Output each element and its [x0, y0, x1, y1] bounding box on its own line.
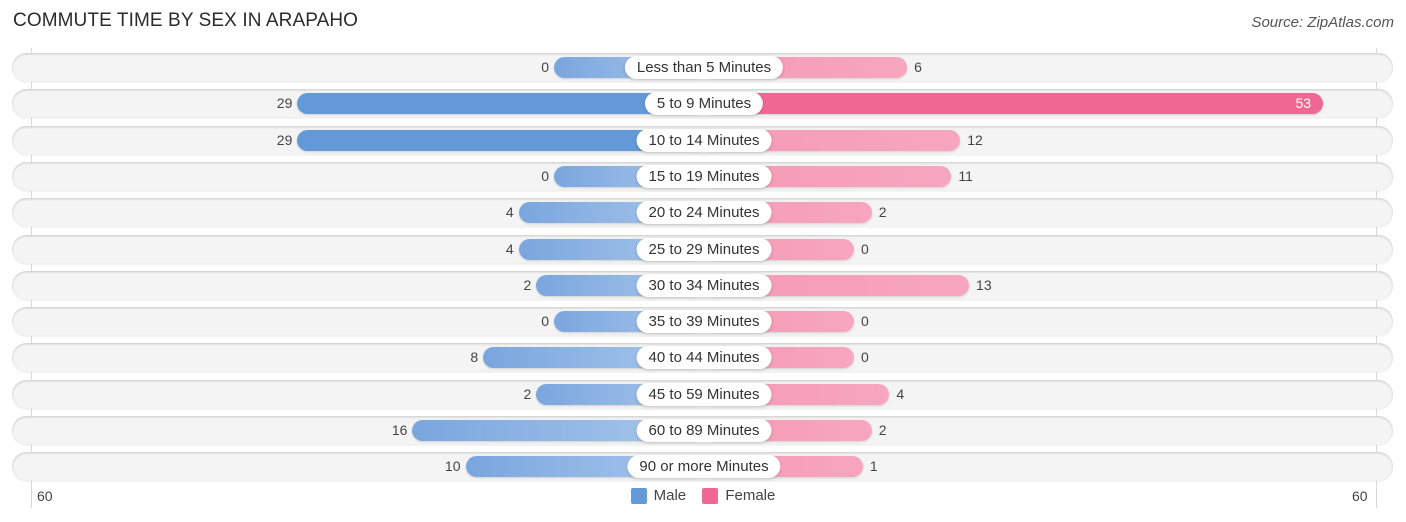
- value-label-female: 13: [976, 276, 992, 293]
- value-label-male: 0: [541, 313, 549, 330]
- value-label-female: 11: [958, 167, 973, 184]
- source-label: Source: ZipAtlas.com: [1251, 14, 1394, 31]
- value-label-female: 2: [878, 204, 887, 221]
- value-label-male: 10: [444, 458, 461, 475]
- legend-label-female: Female: [725, 487, 776, 504]
- legend-swatch-female: [702, 487, 719, 504]
- value-label-female: 12: [967, 131, 983, 148]
- category-label: 60 to 89 Minutes: [636, 419, 772, 442]
- value-label-male: 0: [541, 167, 549, 184]
- legend: Male Female: [0, 487, 1406, 508]
- value-label-male: 2: [523, 385, 532, 402]
- category-label: 35 to 39 Minutes: [636, 310, 772, 334]
- category-label: 45 to 59 Minutes: [636, 382, 772, 406]
- legend-item-male[interactable]: Male: [630, 487, 687, 504]
- category-label: 15 to 19 Minutes: [636, 164, 772, 188]
- value-label-female: 1: [869, 458, 878, 475]
- legend-swatch-male: [630, 487, 647, 504]
- value-label-male: 16: [391, 422, 408, 438]
- value-label-female: 0: [861, 313, 869, 330]
- value-label-female: 4: [896, 385, 905, 402]
- legend-label-male: Male: [653, 487, 687, 504]
- value-label-female: 53: [1295, 95, 1312, 112]
- value-label-male: 8: [470, 349, 479, 366]
- category-label: 90 or more Minutes: [627, 455, 781, 479]
- category-label: 30 to 34 Minutes: [636, 273, 772, 297]
- category-label: Less than 5 Minutes: [624, 56, 784, 79]
- value-label-female: 0: [861, 240, 869, 257]
- value-label-male: 4: [505, 240, 514, 257]
- value-label-male: 29: [276, 131, 293, 148]
- value-label-male: 0: [541, 59, 549, 75]
- chart-title: COMMUTE TIME BY SEX IN ARAPAHO: [13, 10, 359, 31]
- value-label-female: 2: [878, 422, 887, 438]
- value-label-male: 2: [523, 276, 532, 293]
- value-label-female: 0: [861, 349, 869, 366]
- value-label-male: 29: [276, 95, 293, 112]
- bar-male[interactable]: [297, 93, 704, 115]
- category-label: 40 to 44 Minutes: [636, 346, 772, 370]
- value-label-male: 4: [505, 204, 514, 221]
- bar-female[interactable]: [704, 93, 1324, 115]
- category-label: 10 to 14 Minutes: [636, 128, 772, 152]
- category-label: 20 to 24 Minutes: [636, 201, 772, 225]
- category-label: 25 to 29 Minutes: [636, 237, 772, 261]
- category-label: 5 to 9 Minutes: [644, 92, 764, 116]
- legend-item-female[interactable]: Female: [702, 487, 775, 504]
- value-label-female: 6: [914, 59, 922, 75]
